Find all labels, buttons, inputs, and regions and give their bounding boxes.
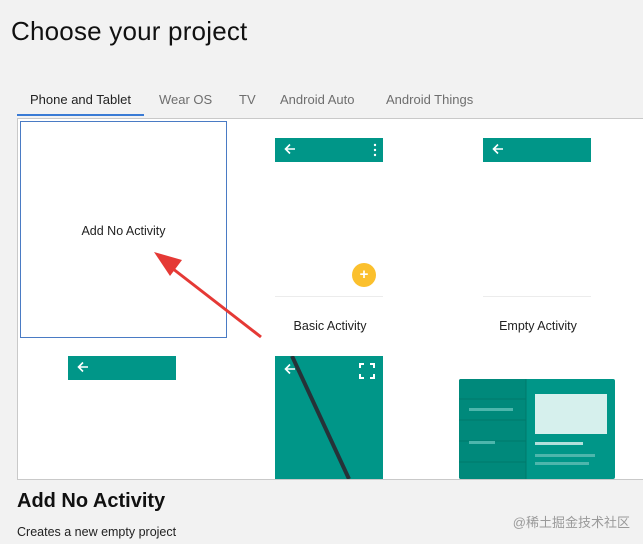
- selected-template-description: Creates a new empty project: [17, 525, 177, 539]
- annotation-arrow: [154, 252, 262, 339]
- tab-wear-os[interactable]: Wear OS: [146, 84, 225, 116]
- watermark: @稀土掘金技术社区: [512, 515, 630, 530]
- tab-android-things[interactable]: Android Things: [373, 84, 486, 116]
- tab-android-auto[interactable]: Android Auto: [267, 84, 367, 116]
- tab-tv[interactable]: TV: [226, 84, 269, 116]
- template-grid: Add No Activity + Basic Activity Empty A…: [17, 118, 643, 480]
- platform-tabs: Phone and Tablet Wear OS TV Android Auto…: [17, 84, 643, 116]
- tab-phone-and-tablet[interactable]: Phone and Tablet: [17, 84, 144, 116]
- selected-template-title: Add No Activity: [17, 490, 166, 512]
- page-title: Choose your project: [11, 16, 248, 46]
